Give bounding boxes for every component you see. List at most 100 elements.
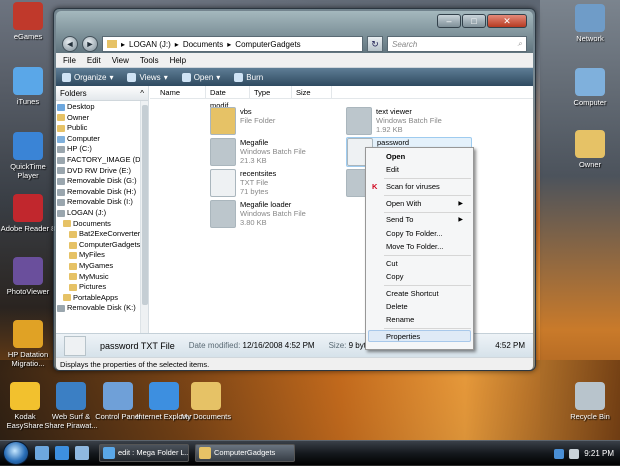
collapse-chevron-icon[interactable]: ^: [140, 86, 144, 100]
tree-item[interactable]: Owner: [57, 113, 148, 124]
desktop-icon[interactable]: HP Datation Migratio...: [0, 320, 56, 368]
tree-item[interactable]: Bat2ExeConverter: [57, 229, 148, 240]
context-menu-item[interactable]: Create Shortcut: [386, 288, 469, 300]
tree-item[interactable]: MyFiles: [57, 250, 148, 261]
desktop-icon[interactable]: iTunes: [0, 67, 56, 106]
desktop-icon-label: HP Datation Migratio...: [7, 350, 49, 368]
context-menu-item[interactable]: Copy To Folder...: [386, 228, 469, 240]
tree-item[interactable]: HP (C:): [57, 144, 148, 155]
desktop-icon[interactable]: Owner: [562, 130, 618, 169]
tree-item[interactable]: FACTORY_IMAGE (D:): [57, 155, 148, 166]
tree-item[interactable]: Removable Disk (I:): [57, 197, 148, 208]
context-menu-item[interactable]: Edit: [386, 164, 469, 176]
context-menu-item[interactable]: Properties: [386, 331, 469, 343]
desktop-icon[interactable]: [35, 446, 49, 460]
start-button[interactable]: [3, 441, 29, 465]
tree-item[interactable]: Removable Disk (K:): [57, 303, 148, 314]
clock[interactable]: 9:21 PM: [584, 449, 614, 458]
forward-button[interactable]: ►: [82, 36, 98, 52]
search-input[interactable]: Search ⌕: [387, 36, 527, 52]
column-header[interactable]: Type: [250, 85, 292, 99]
refresh-button[interactable]: ↻: [367, 36, 383, 52]
menu-file[interactable]: File: [63, 56, 76, 65]
desktop-icon[interactable]: Adobe Reader 8: [0, 194, 56, 233]
folders-header[interactable]: Folders ^: [56, 86, 148, 101]
taskbar-button[interactable]: edit : Mega Folder L...: [99, 444, 189, 462]
tree-item[interactable]: PortableApps: [57, 293, 148, 304]
context-menu-item[interactable]: Move To Folder...: [386, 241, 469, 253]
file-item[interactable]: Megafile Windows Batch File 21.3 KB: [210, 138, 336, 166]
ie-icon[interactable]: [55, 446, 69, 460]
views-button[interactable]: Views ▾: [127, 72, 168, 82]
context-menu-item[interactable]: Copy: [386, 271, 469, 283]
desktop-icon[interactable]: My Documents: [178, 382, 234, 421]
tree-item[interactable]: Desktop: [57, 102, 148, 113]
tree-item[interactable]: Removable Disk (H:): [57, 187, 148, 198]
organize-button[interactable]: Organize ▾: [62, 72, 113, 82]
desktop-icon-image: [13, 194, 43, 222]
tree-item-icon: [57, 305, 65, 313]
menu-edit[interactable]: Edit: [87, 56, 101, 65]
context-menu-separator: [384, 254, 471, 256]
tree-item[interactable]: MyGames: [57, 261, 148, 272]
desktop-icon[interactable]: Network: [562, 4, 618, 43]
taskbar-buttons: edit : Mega Folder L... ComputerGadgets: [93, 444, 295, 462]
folders-scroll-thumb[interactable]: [142, 105, 148, 305]
desktop-icon[interactable]: eGames: [0, 2, 56, 41]
breadcrumb-item[interactable]: ComputerGadgets: [235, 40, 300, 49]
column-header[interactable]: Date modif...: [206, 85, 250, 110]
file-item[interactable]: Megafile loader Windows Batch File 3.80 KB: [210, 200, 336, 228]
volume-tray-icon[interactable]: [569, 448, 580, 459]
folders-scrollbar[interactable]: [140, 101, 148, 333]
menu-tools[interactable]: Tools: [140, 56, 159, 65]
menu-help[interactable]: Help: [170, 56, 186, 65]
tree-item[interactable]: Documents: [57, 219, 148, 230]
context-menu-item[interactable]: Scan for viruses K: [372, 181, 469, 193]
file-item[interactable]: vbs File Folder: [210, 107, 336, 135]
breadcrumb-item[interactable]: Documents: [183, 40, 223, 49]
context-menu-item[interactable]: Open With ▶: [386, 198, 469, 210]
burn-button[interactable]: Burn: [234, 72, 266, 82]
context-menu-item[interactable]: Open: [386, 151, 469, 163]
context-menu-item[interactable]: Delete: [386, 301, 469, 313]
breadcrumb-separator[interactable]: ▸: [175, 40, 179, 49]
tree-item[interactable]: Removable Disk (G:): [57, 176, 148, 187]
network-tray-icon[interactable]: [554, 448, 565, 459]
tree-item-label: PortableApps: [73, 292, 119, 302]
context-menu-item[interactable]: Cut: [386, 258, 469, 270]
back-button[interactable]: ◄: [62, 36, 78, 52]
close-button[interactable]: ✕: [487, 14, 527, 28]
tree-item-icon: [57, 156, 65, 164]
tree-item[interactable]: Pictures: [57, 282, 148, 293]
breadcrumb-separator[interactable]: ▸: [121, 40, 125, 49]
tree-item[interactable]: MyMusic: [57, 272, 148, 283]
maximize-button[interactable]: □: [462, 14, 486, 28]
file-item[interactable]: recentsites TXT File 71 bytes: [210, 169, 336, 197]
open-button[interactable]: Open ▾: [181, 72, 220, 82]
tree-item[interactable]: ComputerGadgets: [57, 240, 148, 251]
desktop-icon[interactable]: Recycle Bin: [562, 382, 618, 421]
desktop-icon[interactable]: Computer: [562, 68, 618, 107]
tree-item[interactable]: DVD RW Drive (E:): [57, 166, 148, 177]
tree-item[interactable]: Computer: [57, 134, 148, 145]
column-header[interactable]: Size: [292, 85, 332, 99]
tree-item[interactable]: LOGAN (J:): [57, 208, 148, 219]
column-header[interactable]: Name: [150, 85, 206, 99]
context-menu-item[interactable]: Rename: [386, 314, 469, 326]
tree-item-icon: [69, 241, 77, 249]
tree-item-icon: [57, 135, 65, 143]
breadcrumb-item[interactable]: LOGAN (J:): [129, 40, 171, 49]
address-bar[interactable]: ▸ LOGAN (J:) ▸ Documents ▸ ComputerGadgets: [102, 36, 363, 52]
switch-windows-icon[interactable]: [75, 446, 89, 460]
minimize-button[interactable]: –: [437, 14, 461, 28]
desktop-icon-image: [103, 382, 133, 410]
desktop-icon[interactable]: QuickTime Player: [0, 132, 56, 180]
menu-view[interactable]: View: [112, 56, 129, 65]
breadcrumb-separator[interactable]: ▸: [227, 40, 231, 49]
context-menu-item[interactable]: Send To ▶: [386, 214, 469, 226]
taskbar-button[interactable]: ComputerGadgets: [195, 444, 295, 462]
tree-item[interactable]: Public: [57, 123, 148, 134]
file-item[interactable]: text viewer Windows Batch File 1.92 KB: [346, 107, 472, 135]
desktop-icon[interactable]: PhotoViewer: [0, 257, 56, 296]
context-menu-label: Copy: [386, 272, 404, 281]
